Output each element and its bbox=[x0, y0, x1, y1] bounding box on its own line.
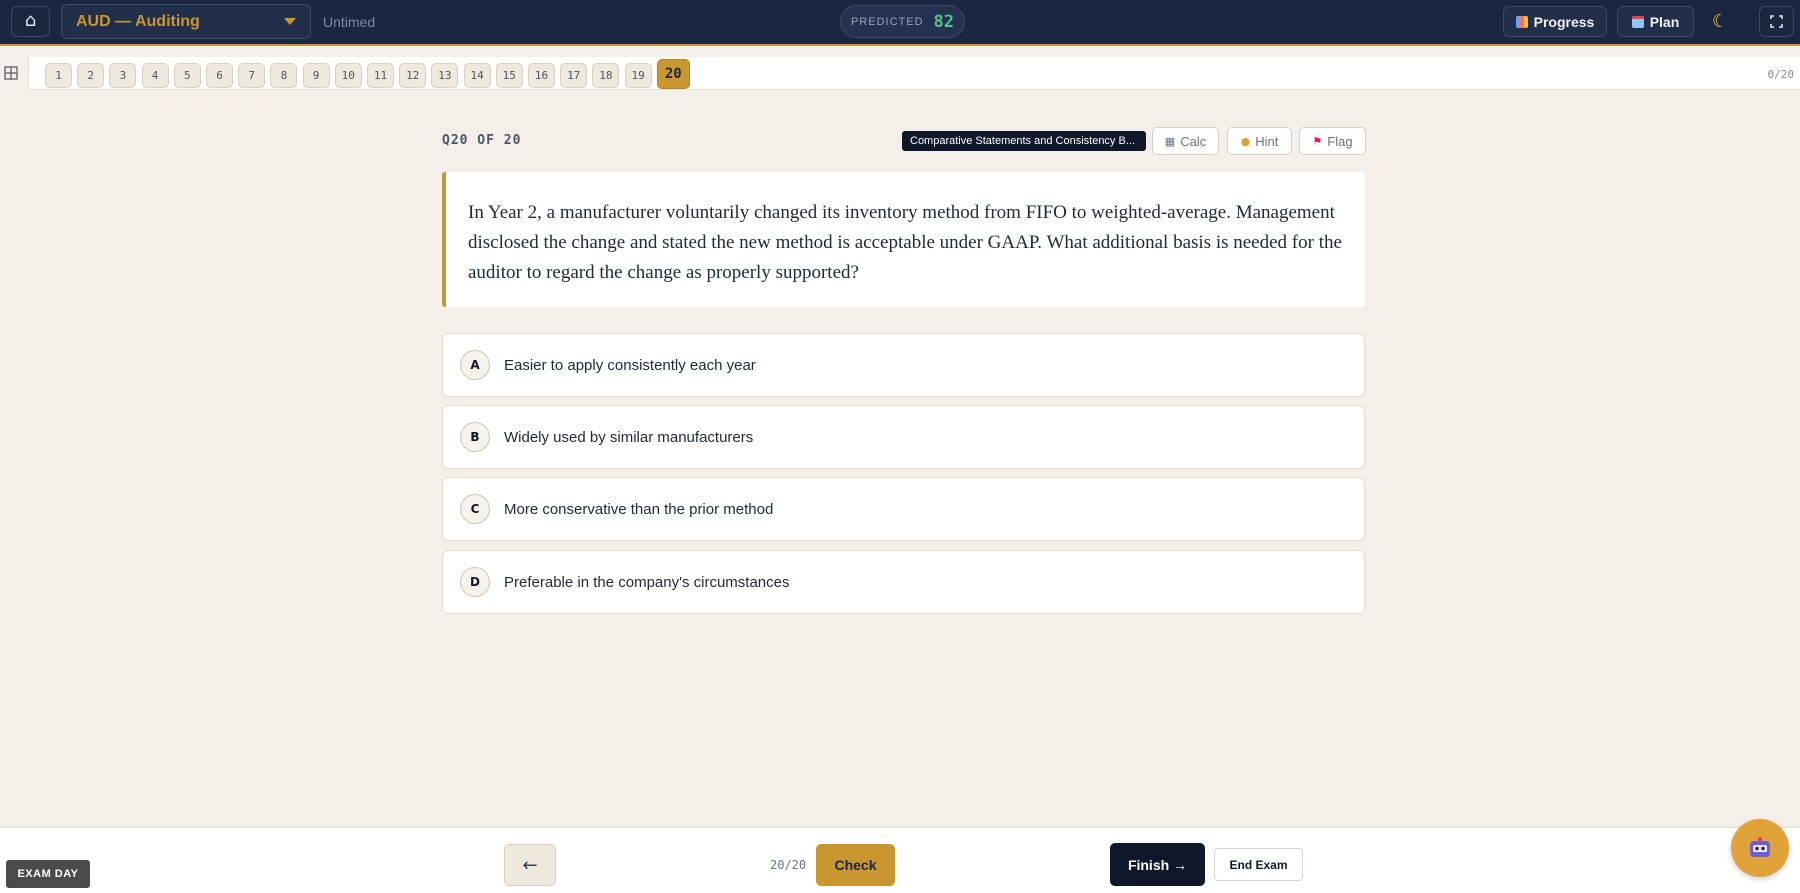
calculator-icon: ▦ bbox=[1164, 134, 1176, 148]
question-number-track: 1 2 3 4 5 6 7 8 9 10 11 12 13 14 15 16 17 18 19 20 0/20 bbox=[28, 57, 1800, 90]
end-exam-button[interactable]: End Exam bbox=[1214, 848, 1303, 881]
flag-label: Flag bbox=[1327, 133, 1353, 149]
progress-button[interactable]: Progress bbox=[1503, 6, 1607, 37]
assistant-button[interactable] bbox=[1731, 819, 1789, 877]
plan-button[interactable]: Plan bbox=[1617, 6, 1694, 37]
choice-text: More conservative than the prior method bbox=[504, 500, 774, 518]
flag-button[interactable]: ⚑ Flag bbox=[1299, 127, 1366, 155]
question-number-18[interactable]: 18 bbox=[592, 63, 620, 88]
question-number-1[interactable]: 1 bbox=[45, 63, 72, 88]
progress-label: Progress bbox=[1533, 13, 1595, 30]
bottom-bar: EXAM DAY ← 20/20 Check Finish → End Exam bbox=[0, 827, 1800, 893]
question-number-8[interactable]: 8 bbox=[270, 63, 298, 88]
question-number-16[interactable]: 16 bbox=[528, 63, 555, 88]
predicted-score-badge: PREDICTED 82 bbox=[840, 5, 965, 38]
answered-count: 0/20 bbox=[1767, 68, 1795, 81]
question-card: In Year 2, a manufacturer voluntarily ch… bbox=[442, 172, 1365, 307]
question-number-9[interactable]: 9 bbox=[302, 63, 330, 88]
choice-letter: B bbox=[460, 422, 490, 452]
predicted-score: 82 bbox=[933, 11, 955, 32]
exam-title: AUD — Auditing bbox=[76, 12, 200, 30]
home-icon: ⌂ bbox=[24, 10, 37, 31]
hint-label: Hint bbox=[1255, 133, 1279, 149]
calendar-icon bbox=[1631, 15, 1644, 28]
question-number-10[interactable]: 10 bbox=[334, 63, 362, 88]
check-button[interactable]: Check bbox=[816, 844, 895, 886]
previous-button[interactable]: ← bbox=[504, 844, 556, 886]
question-number-11[interactable]: 11 bbox=[367, 63, 394, 88]
choice-text: Easier to apply consistently each year bbox=[504, 356, 756, 374]
timer-mode: Untimed bbox=[323, 14, 376, 30]
grid-icon[interactable] bbox=[4, 66, 18, 80]
fullscreen-icon bbox=[1770, 15, 1783, 28]
question-number-13[interactable]: 13 bbox=[431, 63, 459, 88]
exam-day-button[interactable]: EXAM DAY bbox=[6, 860, 90, 888]
choice-letter: A bbox=[460, 350, 490, 380]
question-number-19[interactable]: 19 bbox=[624, 63, 652, 88]
question-number-15[interactable]: 15 bbox=[495, 63, 523, 88]
chevron-down-icon bbox=[284, 18, 296, 25]
answer-choice-c[interactable]: C More conservative than the prior metho… bbox=[442, 477, 1365, 541]
choice-text: Widely used by similar manufacturers bbox=[504, 428, 754, 446]
answer-choice-b[interactable]: B Widely used by similar manufacturers bbox=[442, 405, 1365, 469]
question-number-6[interactable]: 6 bbox=[206, 63, 233, 88]
question-number-4[interactable]: 4 bbox=[141, 63, 169, 88]
question-number-14[interactable]: 14 bbox=[463, 63, 491, 88]
choice-text: Preferable in the company's circumstance… bbox=[504, 573, 790, 591]
position-counter: 20/20 bbox=[770, 858, 807, 872]
question-number-12[interactable]: 12 bbox=[399, 63, 427, 88]
exam-select-dropdown[interactable]: AUD — Auditing bbox=[61, 4, 311, 39]
question-navigator: 1 2 3 4 5 6 7 8 9 10 11 12 13 14 15 16 17 18 19 20 0/20 bbox=[0, 57, 1800, 90]
question-number-20[interactable]: 20 bbox=[656, 59, 690, 89]
question-number-3[interactable]: 3 bbox=[109, 63, 137, 88]
question-text: In Year 2, a manufacturer voluntarily ch… bbox=[468, 202, 1342, 283]
predicted-label: PREDICTED bbox=[850, 15, 924, 28]
answer-choice-a[interactable]: A Easier to apply consistently each year bbox=[442, 333, 1365, 397]
question-number-5[interactable]: 5 bbox=[173, 63, 201, 88]
choice-letter: D bbox=[460, 567, 490, 597]
flag-icon: ⚑ bbox=[1312, 134, 1323, 148]
robot-icon bbox=[1750, 837, 1770, 857]
question-number-17[interactable]: 17 bbox=[560, 63, 588, 88]
question-number-2[interactable]: 2 bbox=[77, 63, 105, 88]
top-header: ⌂ AUD — Auditing Untimed PREDICTED 82 Pr… bbox=[0, 0, 1800, 46]
plan-label: Plan bbox=[1649, 13, 1680, 30]
moon-icon[interactable]: ☾ bbox=[1712, 12, 1732, 32]
answer-choice-d[interactable]: D Preferable in the company's circumstan… bbox=[442, 550, 1365, 614]
calculator-button[interactable]: ▦ Calc bbox=[1152, 127, 1219, 155]
topic-tag: Comparative Statements and Consistency B… bbox=[902, 131, 1146, 151]
calc-label: Calc bbox=[1180, 133, 1207, 149]
question-number-7[interactable]: 7 bbox=[238, 63, 266, 88]
home-button[interactable]: ⌂ bbox=[11, 6, 50, 37]
chart-icon bbox=[1515, 15, 1528, 28]
fullscreen-button[interactable] bbox=[1759, 6, 1794, 37]
lightbulb-icon: ● bbox=[1240, 134, 1251, 148]
finish-button[interactable]: Finish → bbox=[1110, 843, 1205, 886]
hint-button[interactable]: ● Hint bbox=[1227, 127, 1292, 155]
choice-letter: C bbox=[460, 494, 490, 524]
question-position: Q20 OF 20 bbox=[442, 133, 522, 148]
